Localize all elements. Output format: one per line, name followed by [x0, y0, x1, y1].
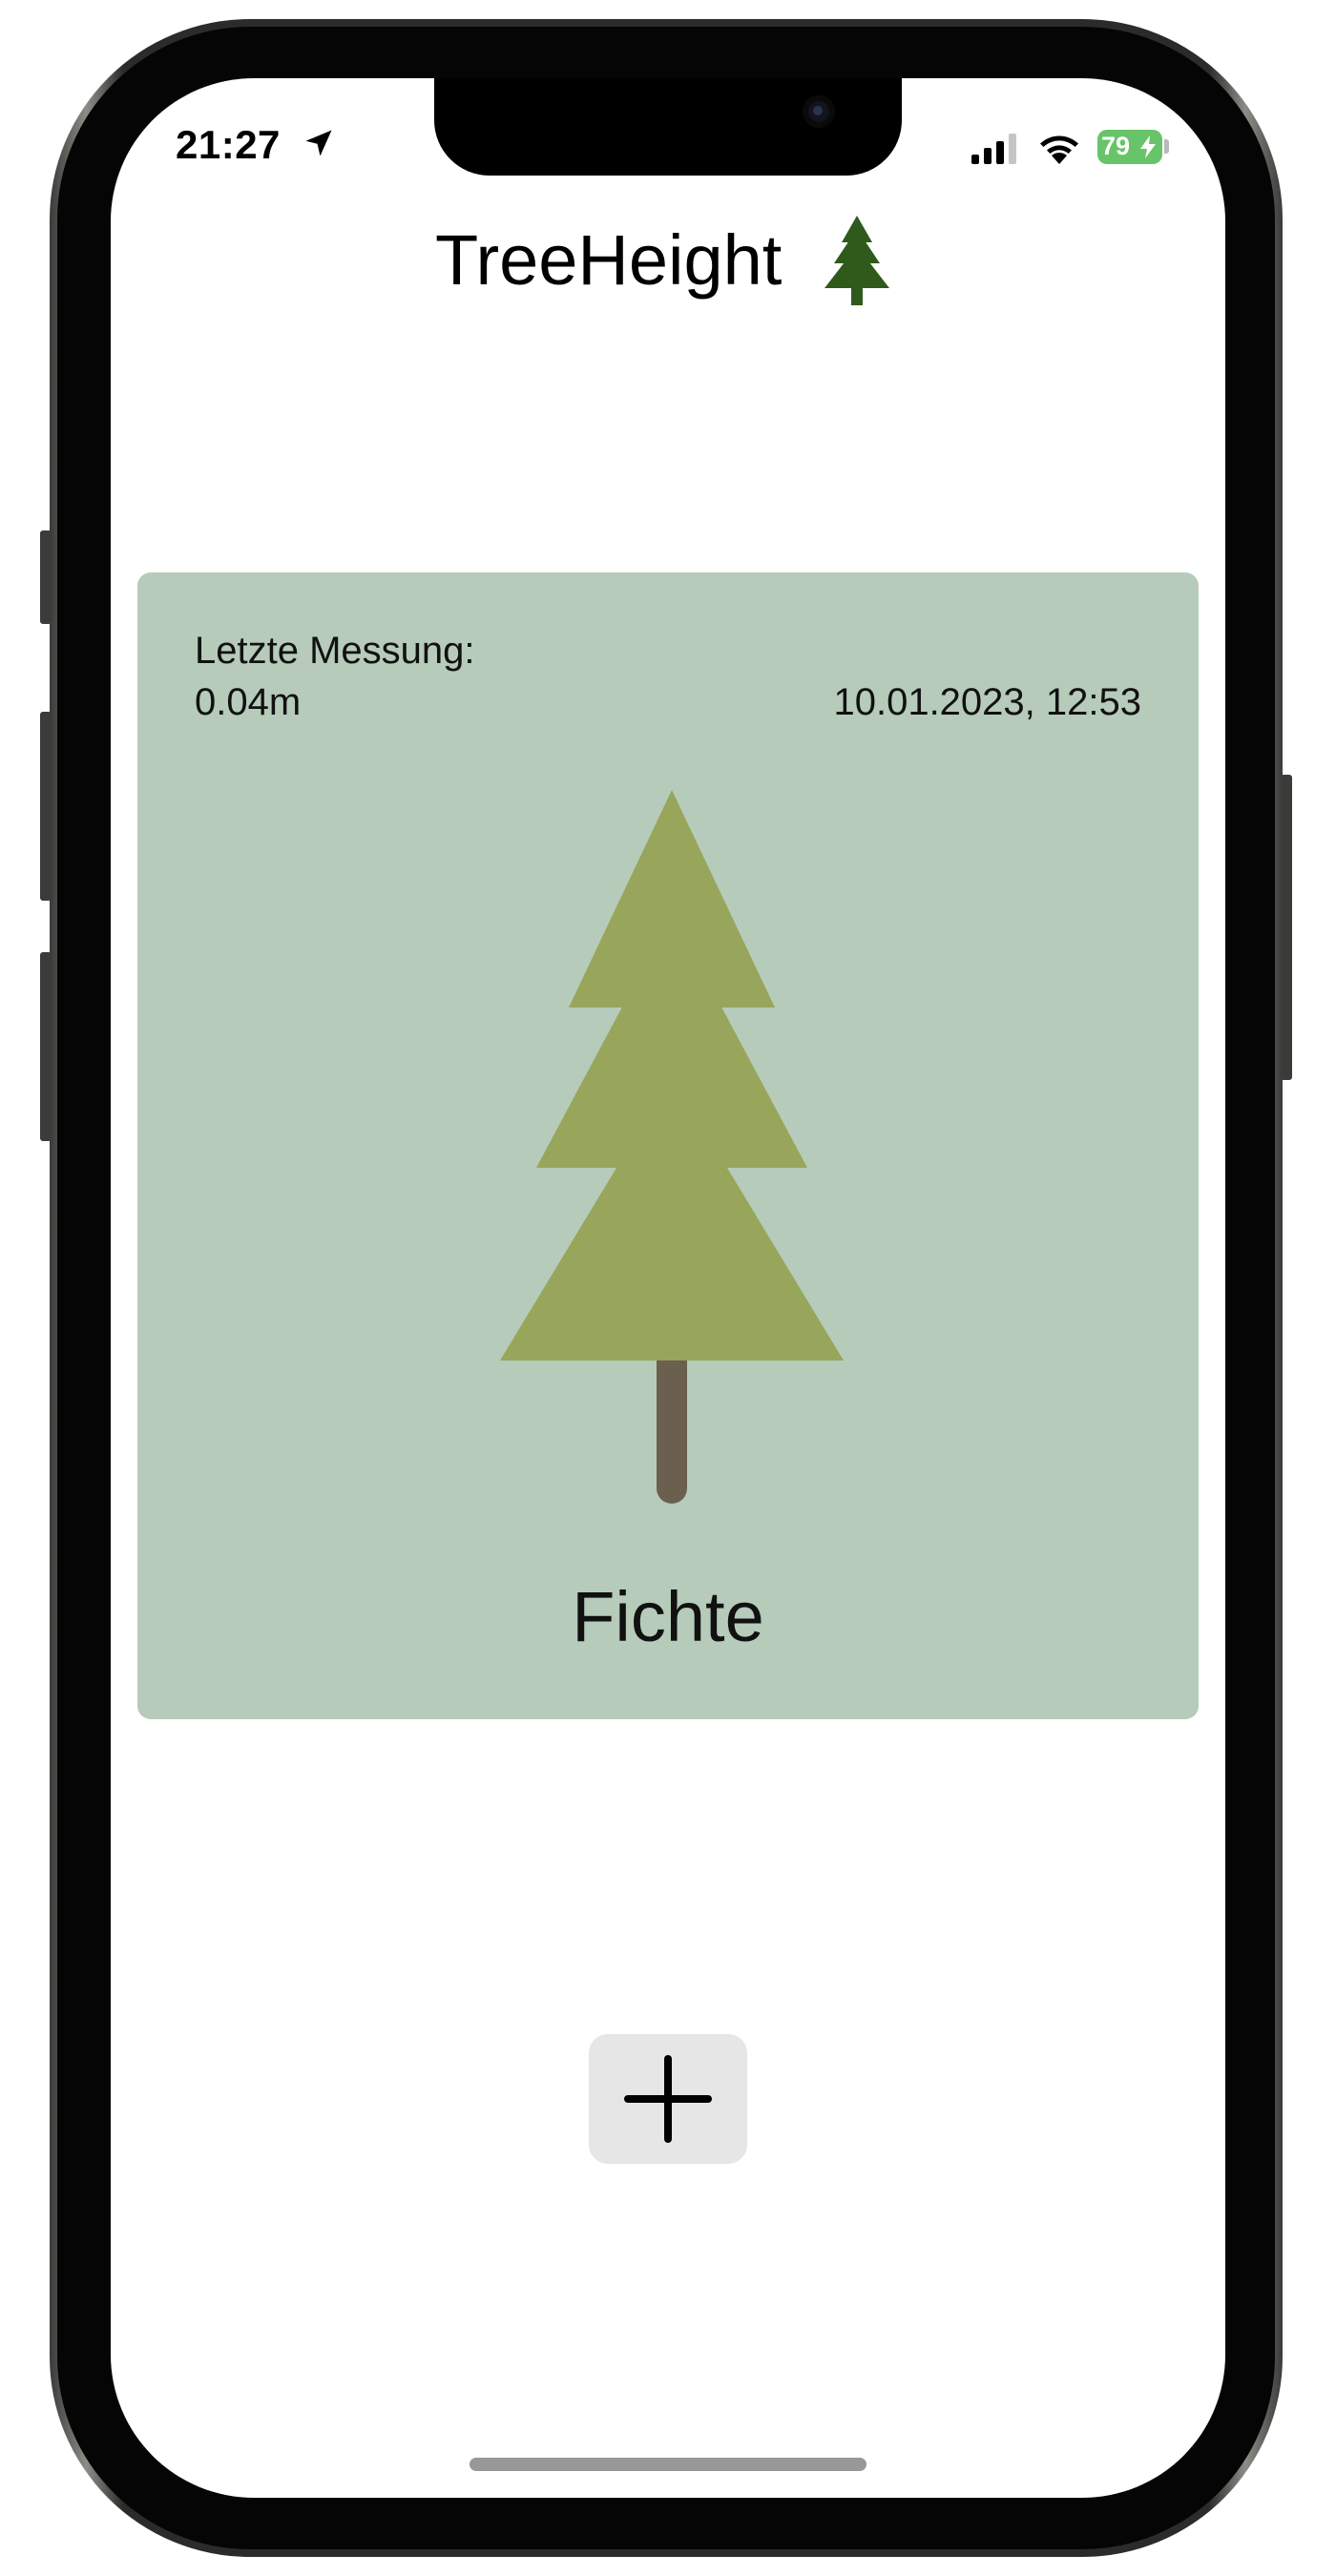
- add-measurement-button[interactable]: [589, 2034, 747, 2164]
- app-title: TreeHeight: [435, 220, 783, 300]
- plus-icon: [624, 2055, 712, 2143]
- cellular-signal-icon: [971, 134, 1016, 164]
- phone-screen: 21:27 79 TreeHeight Letzte Messung: 0.04…: [111, 78, 1225, 2498]
- battery-level: 79: [1101, 132, 1131, 160]
- mute-switch: [40, 530, 52, 624]
- tree-species-name: Fichte: [572, 1577, 764, 1656]
- location-arrow-icon: [305, 130, 332, 156]
- last-measurement-timestamp: 10.01.2023, 12:53: [833, 681, 1141, 723]
- front-camera: [803, 95, 835, 128]
- notch: [434, 78, 902, 176]
- charging-bolt-icon: [1140, 135, 1156, 158]
- battery-cap: [1164, 139, 1169, 154]
- last-measurement-label: Letzte Messung:: [195, 630, 475, 672]
- battery-indicator: 79: [1097, 130, 1162, 164]
- spruce-tree-icon: [500, 790, 844, 1504]
- volume-down-button: [40, 952, 52, 1141]
- volume-up-button: [40, 712, 52, 901]
- last-measurement-value: 0.04m: [195, 681, 302, 723]
- evergreen-tree-icon: [825, 216, 889, 305]
- home-indicator[interactable]: [470, 2458, 866, 2471]
- status-time: 21:27: [176, 122, 281, 167]
- measurement-card[interactable]: Letzte Messung: 0.04m 10.01.2023, 12:53 …: [137, 572, 1199, 1719]
- wifi-icon: [1040, 135, 1078, 164]
- power-button: [1281, 775, 1292, 1080]
